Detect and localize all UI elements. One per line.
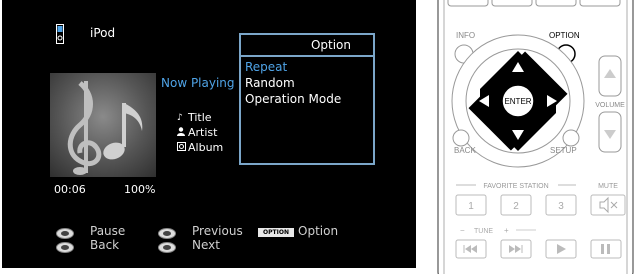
remote-info-label: INFO [456, 31, 475, 40]
remote-tune-label: TUNE [474, 228, 493, 235]
hint-pause: Pause [90, 224, 126, 238]
track-title-row: ♪ Title [177, 111, 212, 124]
remote-pause-button[interactable] [590, 239, 622, 259]
remote-back-label: BACK [454, 146, 476, 155]
next-button-icon [158, 242, 176, 253]
source-label: iPod [90, 26, 116, 40]
remote-mute-label: MUTE [598, 183, 618, 190]
person-icon [177, 126, 187, 139]
music-note-icon: ♪ [177, 112, 183, 123]
album-art [50, 73, 156, 177]
remote-tune-plus: + [504, 226, 509, 235]
remote-tune-minus: − [460, 226, 465, 235]
option-item-repeat[interactable]: Repeat [245, 60, 287, 74]
option-item-operation-mode[interactable]: Operation Mode [245, 92, 341, 106]
svg-text:1: 1 [468, 201, 474, 212]
previous-button-icon [158, 228, 176, 239]
elapsed-time: 00:06 [54, 183, 86, 196]
remote-option-label: OPTION [549, 31, 580, 40]
track-artist: Artist [188, 126, 218, 139]
hint-previous: Previous [192, 224, 243, 238]
remote-enter-label: ENTER [504, 97, 531, 106]
option-button-badge: OPTION [258, 228, 294, 237]
option-item-random[interactable]: Random [245, 76, 295, 90]
remote-volume-label: VOLUME [595, 102, 625, 109]
option-menu: Option Repeat Random Operation Mode [239, 33, 375, 165]
svg-text:3: 3 [558, 201, 564, 212]
disc-icon [177, 141, 187, 154]
back-button-icon [56, 242, 74, 253]
track-album: Album [188, 141, 224, 154]
progress-percent: 100% [124, 183, 156, 196]
ipod-icon [56, 24, 64, 44]
remote-back-button[interactable] [452, 129, 470, 147]
track-title: Title [188, 111, 212, 124]
svg-text:2: 2 [513, 201, 519, 212]
hint-option: Option [298, 224, 339, 238]
now-playing-label: Now Playing [161, 76, 235, 90]
pause-button-icon [56, 228, 74, 239]
remote-setup-button[interactable] [562, 129, 580, 147]
display-screen: iPod Now Playing ♪ Title Artist Album 00… [2, 0, 416, 268]
remote-setup-label: SETUP [550, 146, 577, 155]
music-note-icon [67, 81, 143, 175]
option-menu-title: Option [241, 35, 373, 57]
hint-back: Back [90, 238, 120, 252]
remote-control: INFO OPTION ENTER VOLUME BACK SETUP FAVO… [437, 0, 634, 274]
track-album-row: Album [177, 141, 223, 154]
hint-next: Next [192, 238, 220, 252]
track-artist-row: Artist [177, 126, 217, 139]
remote-favorite-label: FAVORITE STATION [483, 183, 548, 190]
